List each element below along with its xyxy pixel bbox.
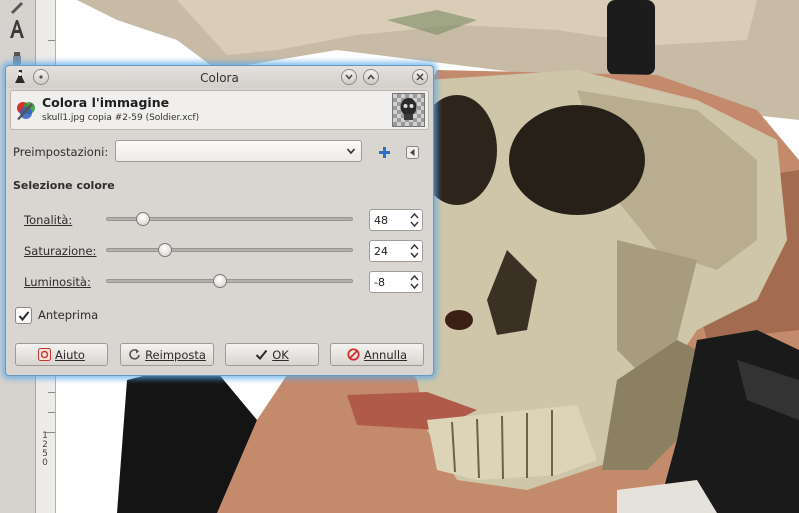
cancel-button-label: Annulla [363, 347, 408, 362]
presets-combo[interactable] [115, 140, 362, 162]
plus-icon[interactable] [376, 144, 392, 160]
triangle-left-icon[interactable] [404, 144, 420, 160]
text-tool-icon[interactable] [4, 16, 30, 42]
saturation-value: 24 [374, 245, 388, 258]
minimize-button[interactable] [341, 69, 357, 85]
saturation-slider-handle[interactable] [158, 243, 173, 257]
close-button[interactable] [412, 69, 428, 85]
color-palette-icon [15, 99, 37, 121]
lightness-label: Luminosità: [24, 275, 91, 289]
help-icon [38, 348, 52, 361]
saturation-label: Saturazione: [24, 244, 97, 258]
spin-arrows-icon[interactable] [409, 273, 420, 291]
lightness-slider-handle[interactable] [212, 274, 227, 288]
checkmark-icon [18, 310, 29, 321]
reset-icon [128, 348, 141, 361]
preview-label: Anteprima [38, 308, 99, 322]
header-subtitle: skull1.jpg copia #2-59 (Soldier.xcf) [42, 113, 200, 123]
help-button[interactable]: Aiuto [15, 343, 108, 366]
ok-button[interactable]: OK [225, 343, 319, 366]
ok-button-label: OK [272, 347, 289, 362]
hue-spinbutton[interactable]: 48 [369, 209, 423, 231]
help-button-label: Aiuto [55, 347, 85, 362]
lightness-spinbutton[interactable]: -8 [369, 271, 423, 293]
reset-button-label: Reimposta [145, 347, 206, 362]
colorize-dialog: Colora Colora l'immagine skull1.jpg copi… [5, 65, 434, 376]
ruler-number-label: 1 2 5 0 [42, 431, 48, 468]
section-title: Selezione colore [13, 179, 115, 192]
checkmark-icon [255, 348, 268, 361]
header-title: Colora l'immagine [42, 95, 170, 110]
spin-arrows-icon[interactable] [409, 211, 420, 229]
preview-checkbox[interactable] [15, 307, 32, 324]
image-thumbnail [392, 93, 425, 127]
saturation-slider[interactable] [106, 248, 353, 252]
hue-slider-handle[interactable] [136, 212, 151, 226]
dialog-titlebar[interactable]: Colora [6, 66, 433, 88]
hue-label: Tonalità: [24, 213, 73, 227]
maximize-button[interactable] [363, 69, 379, 85]
chevron-down-icon [346, 146, 356, 159]
hue-value: 48 [374, 214, 388, 227]
dialog-header: Colora l'immagine skull1.jpg copia #2-59… [10, 90, 429, 130]
spin-arrows-icon[interactable] [409, 242, 420, 260]
reset-button[interactable]: Reimposta [120, 343, 214, 366]
cancel-button[interactable]: Annulla [330, 343, 424, 366]
lightness-slider[interactable] [106, 279, 353, 283]
cancel-icon [347, 348, 360, 361]
presets-label: Preimpostazioni: [13, 145, 109, 159]
saturation-spinbutton[interactable]: 24 [369, 240, 423, 262]
lightness-value: -8 [374, 276, 385, 289]
